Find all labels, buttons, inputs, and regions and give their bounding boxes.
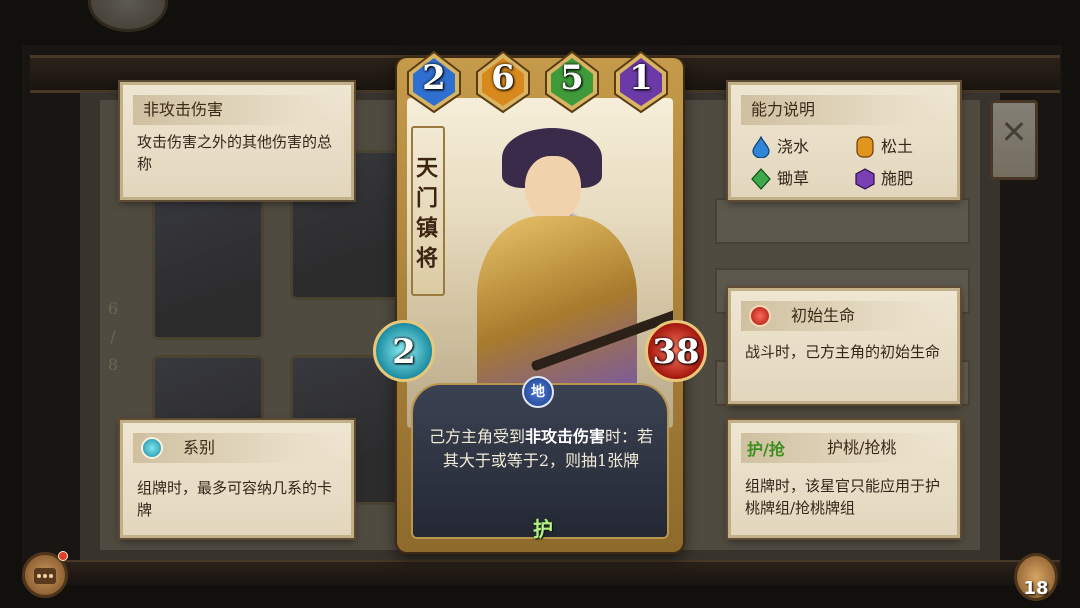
cost-gem-soil: 6 <box>474 50 532 114</box>
art-face <box>525 156 581 222</box>
panel-faction: 系别 组牌时，最多可容纳几系的卡牌 <box>120 420 354 538</box>
panel-title: 非攻击伤害 <box>133 95 341 125</box>
card-description: 己方主角受到非攻击伤害时：若其大于或等于2，则抽1张牌 <box>423 425 659 473</box>
panel-ability-legend: 能力说明 浇水 松土 锄草 施肥 <box>728 82 960 200</box>
fertilize-icon <box>855 168 875 190</box>
card-name: 天门镇将 <box>412 156 438 276</box>
panel-description: 组牌时，该星官只能应用于护桃牌组/抢桃牌组 <box>745 477 941 517</box>
cost-value: 5 <box>560 58 584 98</box>
legend-label: 松土 <box>881 137 914 156</box>
panel-initial-life: 初始生命 战斗时，己方主角的初始生命 <box>728 288 960 404</box>
health-icon <box>749 305 771 327</box>
grab-badge: 抢 <box>768 440 785 459</box>
cost-value: 1 <box>629 58 653 98</box>
legend-item-fertilize: 施肥 <box>855 167 955 191</box>
panel-protect-peach: 护桃/抢桃 护/抢 组牌时，该星官只能应用于护桃牌组/抢桃牌组 <box>728 420 960 538</box>
legend-label: 浇水 <box>777 137 810 156</box>
card-name-banner: 天门镇将 <box>411 126 445 296</box>
legend-label: 施肥 <box>881 169 914 188</box>
chat-icon <box>34 568 56 584</box>
protect-badge: 护 <box>747 440 764 459</box>
card-tag: 护 <box>533 517 553 541</box>
notification-dot <box>58 551 68 561</box>
legend-item-weed: 锄草 <box>751 167 851 191</box>
cost-gem-fertilize: 1 <box>612 50 670 114</box>
deck-count-button[interactable]: 18 <box>1014 553 1058 601</box>
panel-description: 战斗时，己方主角的初始生命 <box>745 343 941 361</box>
water-drop-icon <box>752 136 770 158</box>
legend-item-water: 浇水 <box>751 135 851 159</box>
deck-count: 18 <box>1023 578 1049 599</box>
soil-icon <box>856 136 874 158</box>
legend-label: 锄草 <box>777 169 810 188</box>
legend-item-soil: 松土 <box>855 135 955 159</box>
cost-value: 2 <box>422 58 446 98</box>
peach-badges: 护/抢 <box>747 437 785 463</box>
panel-title: 初始生命 <box>741 301 947 331</box>
faction-icon <box>141 437 163 459</box>
attack-orb: 2 <box>373 320 435 382</box>
panel-title: 能力说明 <box>741 95 947 125</box>
cost-gem-weed: 5 <box>543 50 601 114</box>
cost-gem-water: 2 <box>405 50 463 114</box>
cost-value: 6 <box>491 58 515 98</box>
element-badge: 地 <box>522 376 554 408</box>
panel-title: 系别 <box>133 433 341 463</box>
panel-non-attack-damage: 非攻击伤害 攻击伤害之外的其他伤害的总称 <box>120 82 354 200</box>
weed-icon <box>751 168 771 190</box>
description-pre: 己方主角受到 <box>428 427 525 446</box>
hero-card[interactable]: 天门镇将 2 6 5 1 己方主角受到非攻击伤害时：若其大于或等于2，则抽1张牌… <box>373 50 707 552</box>
panel-description: 攻击伤害之外的其他伤害的总称 <box>137 133 333 173</box>
panel-description: 组牌时，最多可容纳几系的卡牌 <box>137 479 333 519</box>
health-orb: 38 <box>645 320 707 382</box>
description-keyword[interactable]: 非攻击伤害 <box>525 427 605 446</box>
